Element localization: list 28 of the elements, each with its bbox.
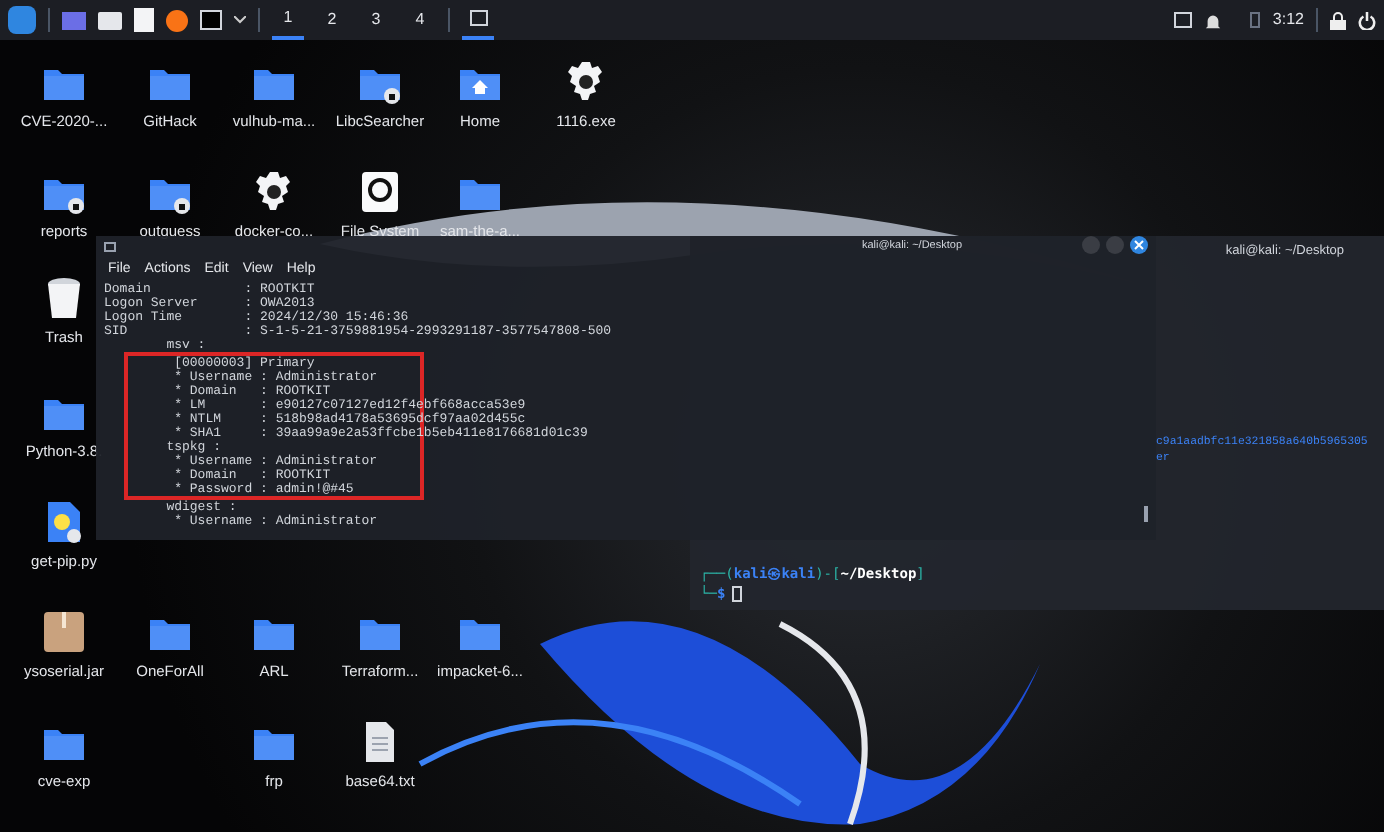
python-file-icon xyxy=(46,500,82,544)
gear-icon xyxy=(252,170,296,214)
gear-icon xyxy=(564,60,608,104)
terminal-icon[interactable] xyxy=(200,10,222,30)
power-icon[interactable] xyxy=(1358,11,1376,29)
text-file-icon xyxy=(364,720,396,764)
workspace-tab[interactable]: 4 xyxy=(404,0,436,40)
clock[interactable]: 3:12 xyxy=(1272,8,1304,32)
workspace-tab[interactable]: 2 xyxy=(316,0,348,40)
locked-folder-icon xyxy=(358,64,402,104)
workspace-tab[interactable]: 1 xyxy=(272,0,304,40)
bell-icon[interactable] xyxy=(1204,11,1223,29)
scrollbar-thumb[interactable] xyxy=(1144,506,1148,522)
trash-icon xyxy=(46,276,82,320)
text-cursor xyxy=(731,586,742,602)
kali-menu-icon[interactable] xyxy=(8,6,36,34)
locked-folder-icon xyxy=(148,174,192,214)
locked-folder-icon xyxy=(42,174,86,214)
lock-icon[interactable] xyxy=(1330,11,1346,29)
close-button[interactable] xyxy=(1130,236,1148,254)
package-icon xyxy=(42,610,86,654)
display-icon[interactable] xyxy=(1174,12,1193,28)
browser-icon[interactable] xyxy=(166,9,188,31)
terminal-icon xyxy=(104,242,116,252)
workspace-tab[interactable]: 3 xyxy=(360,0,392,40)
drive-icon xyxy=(360,170,400,214)
home-folder-icon xyxy=(458,64,502,104)
caret-icon[interactable] xyxy=(234,16,246,24)
